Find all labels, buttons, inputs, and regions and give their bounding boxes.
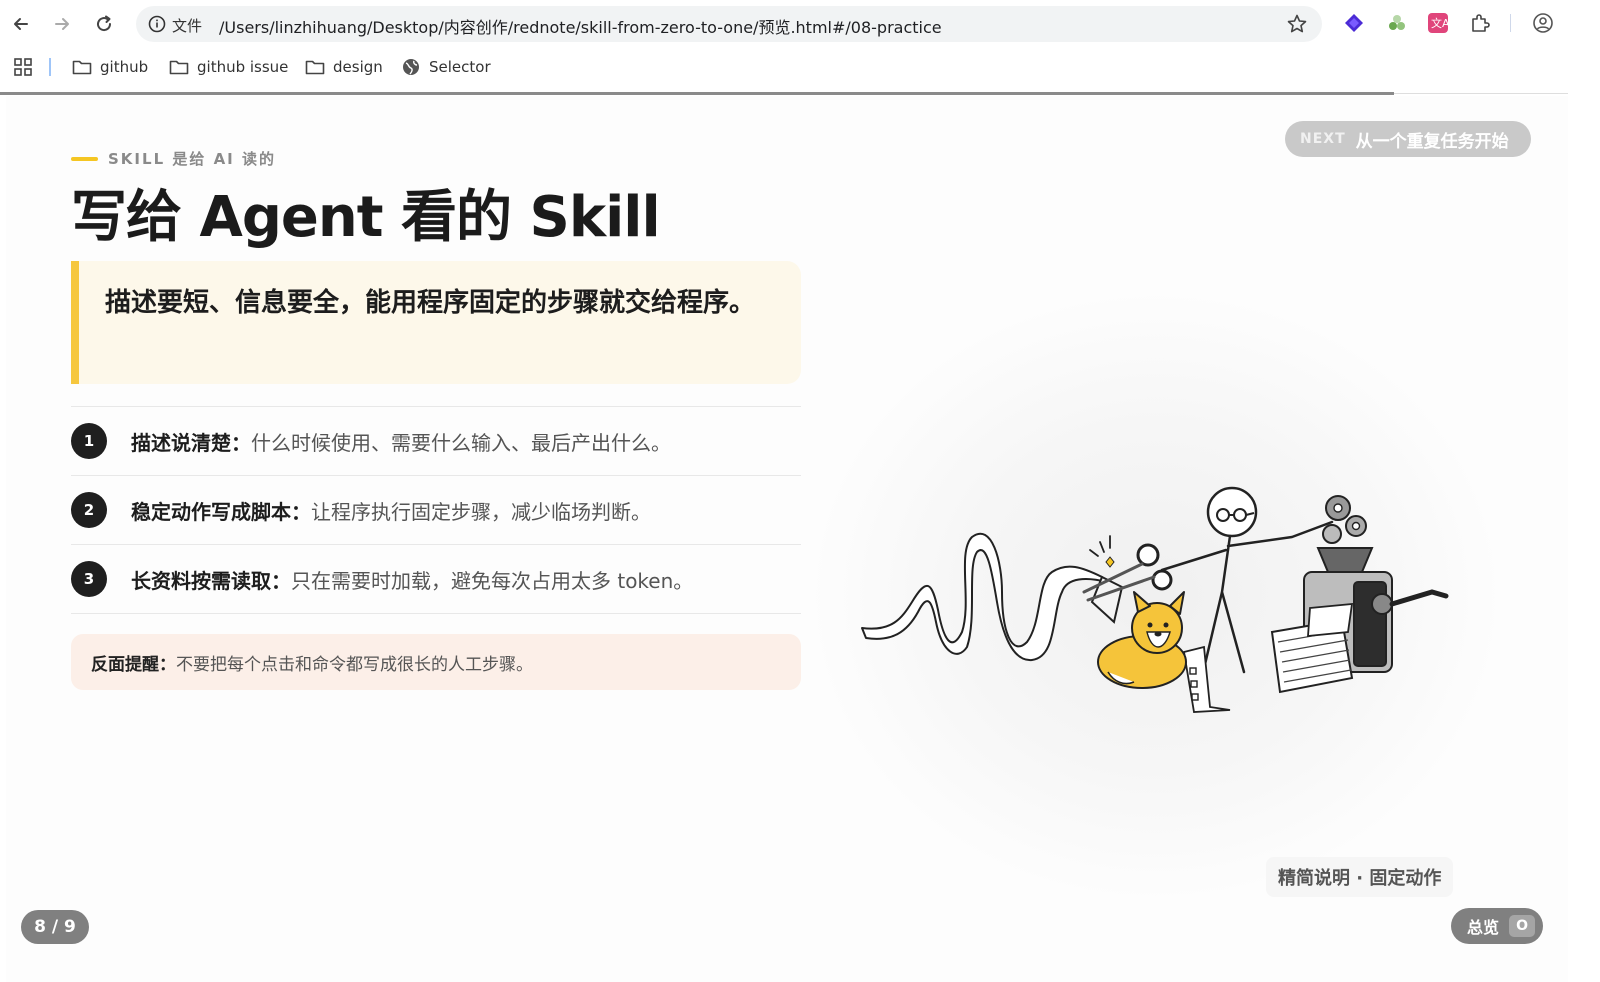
folder-icon bbox=[305, 60, 325, 75]
eyebrow-accent-bar bbox=[71, 156, 98, 161]
next-slide-button[interactable]: NEXT 从一个重复任务开始 bbox=[1285, 121, 1531, 157]
arrow-left-icon bbox=[14, 18, 28, 30]
page-indicator: 8 / 9 bbox=[21, 910, 89, 944]
bookmark-star-icon[interactable] bbox=[1286, 13, 1308, 35]
stick-figure-illustration bbox=[861, 486, 1449, 713]
bookmarks-bar: github github issue design Selector bbox=[0, 50, 1600, 84]
item-label: 稳定动作写成脚本： bbox=[131, 499, 311, 524]
green-extension-icon[interactable] bbox=[1385, 11, 1409, 35]
warning-text: 不要把每个点击和命令都写成很长的人工步骤。 bbox=[176, 654, 533, 675]
warning-label: 反面提醒： bbox=[91, 654, 176, 675]
overview-button[interactable]: 总览 O bbox=[1451, 908, 1543, 944]
toolbar-separator bbox=[1510, 14, 1511, 32]
list-item: 2 稳定动作写成脚本： 让程序执行固定步骤，减少临场判断。 bbox=[71, 490, 801, 530]
eyebrow: SKILL 是给 AI 读的 bbox=[71, 148, 276, 169]
apps-grid-icon bbox=[14, 58, 32, 76]
translate-extension-icon[interactable]: 文A bbox=[1426, 11, 1450, 35]
slide: SKILL 是给 AI 读的 写给 Agent 看的 Skill 描述要短、信息… bbox=[6, 96, 1568, 982]
arrow-right-icon bbox=[55, 18, 69, 30]
purple-diamond-extension-icon[interactable] bbox=[1342, 11, 1366, 35]
scheme-label: 文件 bbox=[172, 17, 203, 35]
bookmark-label: design bbox=[333, 58, 383, 76]
divider bbox=[71, 406, 801, 407]
divider bbox=[71, 475, 801, 476]
reload-icon bbox=[97, 15, 112, 32]
bookmark-github[interactable]: github bbox=[72, 56, 148, 78]
browser-chrome: 文件 /Users/linzhihuang/Desktop/内容创作/redno… bbox=[0, 0, 1600, 96]
item-number-badge: 2 bbox=[71, 492, 107, 528]
key-message-callout: 描述要短、信息要全，能用程序固定的步骤就交给程序。 bbox=[71, 261, 801, 384]
callout-text: 描述要短、信息要全，能用程序固定的步骤就交给程序。 bbox=[105, 288, 756, 318]
illustration-caption: 精简说明 · 固定动作 bbox=[1266, 857, 1454, 897]
list-item: 3 长资料按需读取： 只在需要时加载，避免每次占用太多 token。 bbox=[71, 559, 801, 599]
bookmark-design[interactable]: design bbox=[305, 56, 383, 78]
info-icon[interactable] bbox=[148, 15, 166, 33]
overview-shortcut-key: O bbox=[1509, 915, 1536, 937]
bookmarks-separator bbox=[49, 58, 51, 76]
next-title: 从一个重复任务开始 bbox=[1355, 131, 1509, 152]
bookmark-github-issue[interactable]: github issue bbox=[169, 56, 288, 78]
item-description: 只在需要时加载，避免每次占用太多 token。 bbox=[291, 568, 694, 593]
bookmark-label: github bbox=[100, 58, 149, 76]
back-button[interactable] bbox=[7, 10, 35, 38]
apps-button[interactable] bbox=[13, 56, 33, 78]
bookmark-selector[interactable]: Selector bbox=[401, 56, 491, 78]
bookmark-label: Selector bbox=[429, 58, 491, 76]
item-number-badge: 3 bbox=[71, 561, 107, 597]
list-item: 1 描述说清楚： 什么时候使用、需要什么输入、最后产出什么。 bbox=[71, 421, 801, 461]
eyebrow-text: SKILL 是给 AI 读的 bbox=[108, 150, 276, 168]
warning-note: 反面提醒： 不要把每个点击和命令都写成很长的人工步骤。 bbox=[71, 634, 801, 690]
bookmark-label: github issue bbox=[197, 58, 289, 76]
profile-icon[interactable] bbox=[1531, 11, 1555, 35]
forward-button[interactable] bbox=[48, 10, 76, 38]
svg-text:文A: 文A bbox=[1431, 16, 1449, 30]
globe-icon bbox=[403, 59, 419, 75]
url-text[interactable]: /Users/linzhihuang/Desktop/内容创作/rednote/… bbox=[219, 14, 942, 38]
folder-icon bbox=[169, 60, 189, 75]
item-label: 描述说清楚： bbox=[131, 430, 251, 455]
item-description: 让程序执行固定步骤，减少临场判断。 bbox=[311, 499, 651, 524]
folder-icon bbox=[72, 60, 92, 75]
slide-title: 写给 Agent 看的 Skill bbox=[71, 185, 661, 250]
item-number-badge: 1 bbox=[71, 423, 107, 459]
item-label: 长资料按需读取： bbox=[131, 568, 291, 593]
address-bar[interactable]: 文件 /Users/linzhihuang/Desktop/内容创作/redno… bbox=[136, 6, 1322, 42]
divider bbox=[71, 613, 801, 614]
puzzle-extensions-icon[interactable] bbox=[1468, 11, 1492, 35]
reload-button[interactable] bbox=[90, 10, 118, 38]
divider bbox=[71, 544, 801, 545]
overview-label: 总览 bbox=[1467, 918, 1500, 937]
next-tag: NEXT bbox=[1300, 131, 1346, 147]
slide-progress-bar bbox=[0, 92, 1394, 95]
item-description: 什么时候使用、需要什么输入、最后产出什么。 bbox=[251, 430, 671, 455]
